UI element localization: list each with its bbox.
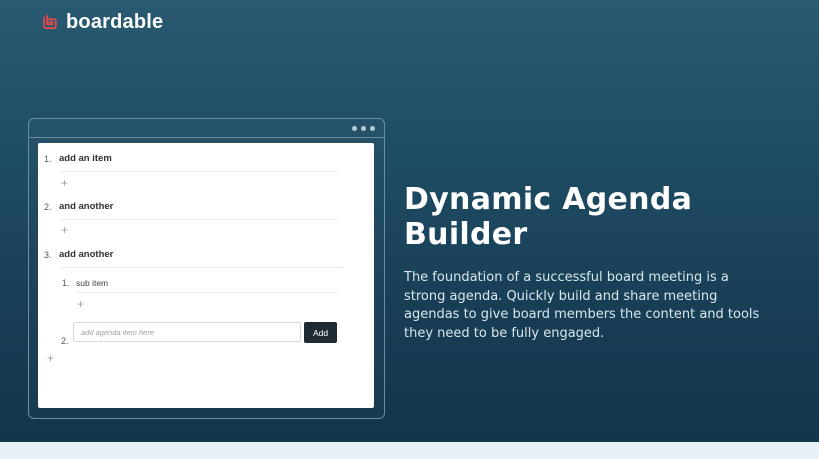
add-item-button[interactable]: Add [304,322,337,343]
plus-icon[interactable]: + [47,352,54,364]
agenda-item-number: 1. [44,154,52,164]
window-dots [352,126,375,131]
plus-icon[interactable]: + [77,298,84,310]
agenda-builder-mockup: 1. add an item + 2. and another + 3. add… [28,118,385,419]
agenda-item-title[interactable]: add an item [59,153,112,164]
agenda-list: 1. add an item + 2. and another + 3. add… [38,143,374,408]
new-item-number: 2. [61,336,69,346]
divider [59,219,338,220]
plus-icon[interactable]: + [61,224,68,236]
window-dot [361,126,366,131]
page: boardable 1. add an item + 2. and anothe… [0,0,819,459]
mock-window-titlebar [29,119,384,138]
window-dot [352,126,357,131]
agenda-item-title[interactable]: add another [59,249,113,260]
divider [76,292,338,293]
divider [59,171,338,172]
sub-item-title[interactable]: sub item [76,278,108,288]
next-section-strip [0,442,819,459]
agenda-item-input[interactable] [73,322,301,342]
feature-description: The foundation of a successful board mee… [404,270,760,341]
window-dot [370,126,375,131]
agenda-item-number: 2. [44,202,52,212]
agenda-item-title[interactable]: and another [59,201,113,212]
feature-title: Dynamic Agenda Builder [404,182,693,252]
plus-icon[interactable]: + [61,177,68,189]
brand-name: boardable [66,11,164,33]
divider [59,267,343,268]
boardable-logo-icon [42,14,58,30]
sub-item-number: 1. [62,278,70,288]
brand-logo[interactable]: boardable [42,11,163,33]
agenda-item-number: 3. [44,250,52,260]
